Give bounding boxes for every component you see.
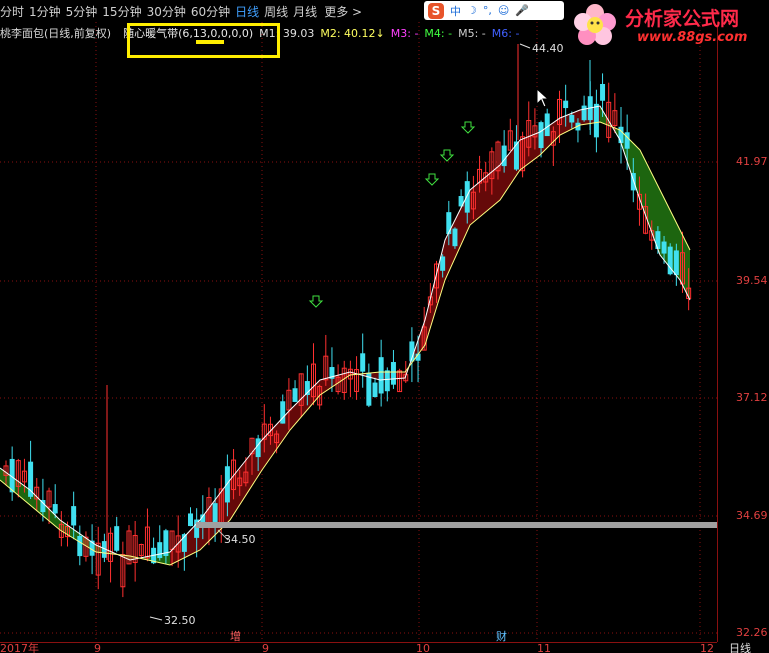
candle-body <box>114 526 120 551</box>
mic-icon[interactable]: 🎤 <box>515 4 529 17</box>
low-annotation: 32.50 <box>164 614 196 627</box>
candle-body <box>464 181 470 213</box>
candle-body <box>366 372 372 406</box>
candle-body <box>390 362 396 385</box>
candle-body <box>188 513 193 527</box>
y-tick-0: 41.97 <box>736 155 768 168</box>
buy-signal-arrow-1 <box>424 173 440 186</box>
candle-body <box>163 530 169 557</box>
candle-body <box>600 83 606 101</box>
x-label-9a: 9 <box>94 642 101 653</box>
candle-body <box>581 105 587 121</box>
watermark-title: 分析家公式网 <box>625 8 740 30</box>
indicator-highlight-underline <box>196 40 224 44</box>
right-axis-divider <box>717 22 718 642</box>
tab-30min[interactable]: 30分钟 <box>147 3 191 20</box>
tab-monthly[interactable]: 月线 <box>293 3 322 20</box>
site-watermark: 分析家公式网 www.88gs.com <box>567 2 767 50</box>
support-bar <box>196 522 717 528</box>
candle-body <box>452 228 458 247</box>
candle-body <box>52 504 58 514</box>
legend-m6: M6: - <box>491 26 520 40</box>
candle-body <box>255 438 261 458</box>
watermark-url: www.88gs.com <box>637 30 748 45</box>
candle-body <box>77 535 83 557</box>
tab-15min[interactable]: 15分钟 <box>102 3 146 20</box>
x-label-12: 12 <box>700 642 714 653</box>
candle-body <box>501 145 507 167</box>
band-segment-red-mid <box>170 320 425 565</box>
comma-icon[interactable]: °, <box>483 4 492 17</box>
tab-60min[interactable]: 60分钟 <box>191 3 235 20</box>
candle-body <box>544 113 550 137</box>
high-pointer <box>519 43 531 49</box>
legend-m2: M2: 40.12↓ <box>320 26 385 40</box>
candle-body <box>384 370 390 392</box>
buy-signal-arrow-3 <box>460 121 476 134</box>
tab-daily[interactable]: 日线 <box>235 3 264 20</box>
x-label-9b: 9 <box>262 642 269 653</box>
ma-fast-line <box>0 105 691 561</box>
candle-body <box>157 542 163 559</box>
warm-band <box>0 106 690 565</box>
stock-title: 桃李面包(日线,前复权) <box>0 27 112 40</box>
moon-icon[interactable]: ☽ <box>467 4 477 17</box>
candle-body <box>360 353 366 372</box>
candle-body <box>224 466 230 503</box>
low-pointer <box>149 616 163 621</box>
candle-body <box>673 250 679 276</box>
y-tick-1: 39.54 <box>736 274 768 287</box>
grid-lines <box>0 22 717 642</box>
ime-toolbar[interactable]: S 中 ☽ °, ☺ 🎤 <box>424 1 564 20</box>
x-label-year: 2017年 <box>0 641 39 653</box>
candle-body <box>71 506 77 526</box>
tab-weekly[interactable]: 周线 <box>264 3 293 20</box>
candle-body <box>538 122 544 149</box>
x-label-10: 10 <box>416 642 430 653</box>
ime-mode[interactable]: 中 <box>450 3 461 19</box>
legend-m5: M5: - <box>458 26 486 40</box>
emoji-icon[interactable]: ☺ <box>498 4 509 17</box>
flower-logo-icon <box>574 4 616 45</box>
x-label-11: 11 <box>537 642 551 653</box>
candle-body <box>593 103 599 138</box>
tab-intraday[interactable]: 分时 <box>0 3 29 20</box>
event-marker-cai[interactable]: 财 <box>496 629 507 643</box>
candle-body <box>292 388 298 402</box>
buy-signal-arrow-0 <box>308 295 324 308</box>
candle-body <box>378 357 384 394</box>
tab-1min[interactable]: 1分钟 <box>29 3 66 20</box>
candle-body <box>372 382 378 398</box>
candle-body <box>563 100 569 109</box>
moving-average-lines <box>0 105 691 566</box>
legend-m4: M4: - <box>424 26 453 40</box>
buy-signal-arrow-2 <box>439 149 455 162</box>
candle-body <box>661 241 667 254</box>
legend-m3: M3: - <box>390 26 419 40</box>
event-marker-zeng[interactable]: 增 <box>230 629 241 643</box>
high-annotation: 44.40 <box>532 42 564 55</box>
support-annotation: 34.50 <box>224 533 256 546</box>
candle-body <box>212 503 218 526</box>
y-tick-2: 37.12 <box>736 391 768 404</box>
period-indicator: 日线 <box>729 641 751 653</box>
candle-body <box>440 256 446 271</box>
tab-5min[interactable]: 5分钟 <box>66 3 103 20</box>
candle-body <box>569 114 575 123</box>
ma-slow-line <box>0 121 691 566</box>
candles <box>3 44 692 598</box>
x-axis-line <box>0 642 717 643</box>
price-chart[interactable]: 34.50 44.40 32.50 41.97 39.54 37.12 34.6… <box>0 0 769 653</box>
y-tick-4: 32.26 <box>736 626 768 639</box>
y-tick-3: 34.69 <box>736 509 768 522</box>
mouse-cursor-icon <box>536 88 550 108</box>
more-button[interactable]: 更多 > <box>324 3 362 20</box>
sogou-logo-icon: S <box>428 2 444 19</box>
